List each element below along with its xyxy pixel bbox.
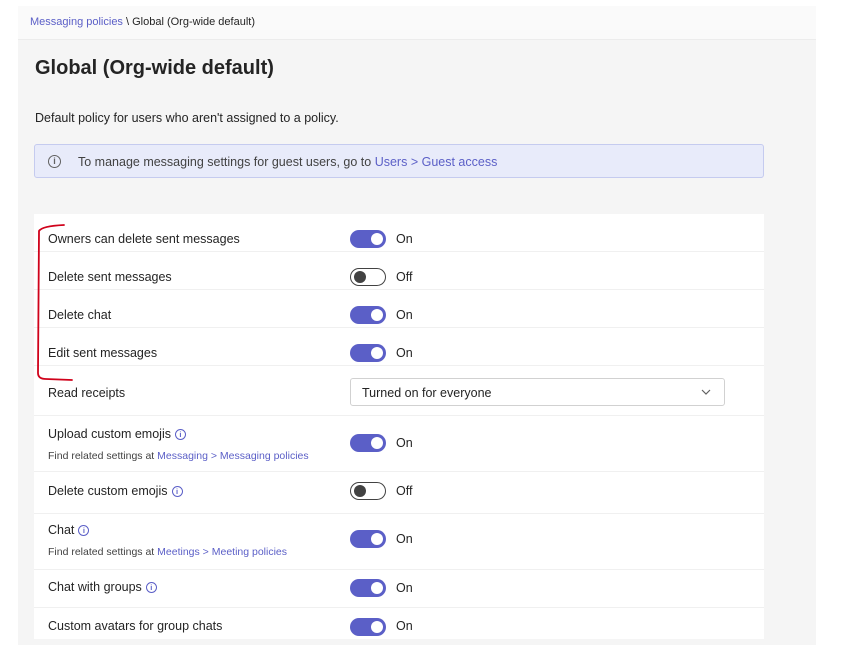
breadcrumb-current: Global (Org-wide default) (132, 16, 255, 28)
related-settings-prefix: Find related settings at (48, 546, 158, 558)
setting-row-delete-custom-emojis: Delete custom emojis i Off (34, 472, 764, 514)
setting-label: Delete chat (48, 308, 112, 322)
toggle-state: On (396, 436, 413, 450)
setting-label: Owners can delete sent messages (48, 232, 240, 246)
breadcrumb-link-messaging-policies[interactable]: Messaging policies (30, 16, 123, 28)
toggle-state: On (396, 346, 413, 360)
delete-chat-toggle[interactable] (350, 306, 386, 324)
owners-can-delete-sent-messages-toggle[interactable] (350, 230, 386, 248)
toggle-state: Off (396, 484, 413, 498)
toggle-knob (371, 347, 383, 359)
info-icon[interactable]: i (78, 525, 90, 537)
meeting-policies-link[interactable]: Meetings > Meeting policies (157, 546, 287, 558)
delete-custom-emojis-toggle[interactable] (350, 482, 386, 500)
toggle-knob (371, 533, 383, 545)
setting-label: Upload custom emojis i (48, 427, 186, 441)
setting-label-text: Chat (48, 523, 75, 537)
setting-label: Custom avatars for group chats (48, 619, 223, 633)
toggle-state: Off (396, 270, 413, 284)
related-settings-note: Find related settings at Meetings > Meet… (48, 546, 287, 558)
toggle-knob (371, 582, 383, 594)
chevron-down-icon (701, 389, 711, 395)
messaging-policies-link[interactable]: Messaging > Messaging policies (157, 450, 308, 462)
edit-sent-messages-toggle[interactable] (350, 344, 386, 362)
setting-row-read-receipts: Read receipts Turned on for everyone (34, 366, 764, 416)
setting-label-text: Chat with groups (48, 580, 142, 594)
toggle-knob (371, 233, 383, 245)
breadcrumb: Messaging policies \ Global (Org-wide de… (30, 16, 255, 28)
chat-toggle[interactable] (350, 530, 386, 548)
upload-custom-emojis-toggle[interactable] (350, 434, 386, 452)
toggle-state: On (396, 619, 413, 633)
toggle-state: On (396, 532, 413, 546)
dropdown-value: Turned on for everyone (362, 386, 492, 400)
delete-sent-messages-toggle[interactable] (350, 268, 386, 286)
toggle-state: On (396, 581, 413, 595)
setting-label: Chat with groups i (48, 580, 157, 594)
read-receipts-dropdown[interactable]: Turned on for everyone (350, 378, 725, 406)
breadcrumb-bar: Messaging policies \ Global (Org-wide de… (18, 6, 816, 40)
banner-text: To manage messaging settings for guest u… (78, 155, 497, 169)
setting-row-chat: Chat i Find related settings at Meetings … (34, 514, 764, 570)
page-description: Default policy for users who aren't assi… (35, 111, 339, 125)
setting-row-delete-chat: Delete chat On (34, 290, 764, 328)
toggle-knob (354, 271, 366, 283)
setting-row-owners-can-delete-sent-messages: Owners can delete sent messages On (34, 214, 764, 252)
custom-avatars-for-group-chats-toggle[interactable] (350, 618, 386, 636)
setting-row-upload-custom-emojis: Upload custom emojis i Find related setti… (34, 416, 764, 472)
info-icon: i (48, 155, 61, 168)
guest-access-info-banner: i To manage messaging settings for guest… (34, 144, 764, 178)
toggle-knob (371, 621, 383, 633)
breadcrumb-separator: \ (122, 16, 133, 28)
setting-label: Delete sent messages (48, 270, 172, 284)
setting-row-custom-avatars-for-group-chats: Custom avatars for group chats On (34, 608, 764, 639)
toggle-knob (371, 309, 383, 321)
setting-label: Delete custom emojis i (48, 484, 183, 498)
setting-label: Chat i (48, 523, 90, 537)
info-icon[interactable]: i (145, 582, 157, 594)
toggle-knob (354, 485, 366, 497)
setting-row-chat-with-groups: Chat with groups i On (34, 570, 764, 608)
setting-row-edit-sent-messages: Edit sent messages On (34, 328, 764, 366)
setting-label-text: Delete custom emojis (48, 484, 168, 498)
info-icon[interactable]: i (174, 429, 186, 441)
toggle-state: On (396, 232, 413, 246)
setting-label: Read receipts (48, 386, 126, 400)
guest-access-link[interactable]: Users > Guest access (375, 155, 498, 169)
chat-with-groups-toggle[interactable] (350, 579, 386, 597)
setting-label: Edit sent messages (48, 346, 158, 360)
banner-text-prefix: To manage messaging settings for guest u… (78, 155, 375, 169)
page-title: Global (Org-wide default) (35, 57, 274, 79)
related-settings-prefix: Find related settings at (48, 450, 158, 462)
info-icon[interactable]: i (171, 486, 183, 498)
toggle-knob (371, 437, 383, 449)
setting-label-text: Upload custom emojis (48, 427, 171, 441)
toggle-state: On (396, 308, 413, 322)
setting-row-delete-sent-messages: Delete sent messages Off (34, 252, 764, 290)
related-settings-note: Find related settings at Messaging > Mes… (48, 450, 309, 462)
settings-card: Owners can delete sent messages On Delet… (34, 214, 764, 639)
